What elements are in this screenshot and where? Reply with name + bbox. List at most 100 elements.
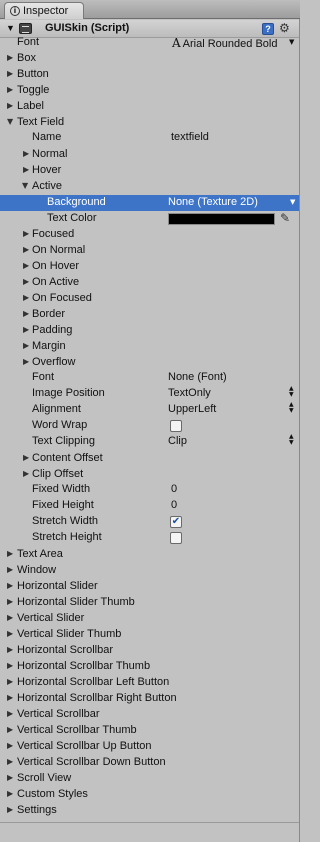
collapsed-arrow-icon[interactable]: ▶ [23,229,29,238]
normal-foldout[interactable]: ▶ Normal [0,147,300,163]
fixed-width-field[interactable]: Fixed Width 0 [0,482,300,498]
collapsed-arrow-icon[interactable]: ▶ [7,773,13,782]
style-foldout-button[interactable]: ▶ Button [0,67,300,83]
collapsed-arrow-icon[interactable]: ▶ [7,645,13,654]
focused-foldout[interactable]: ▶ Focused [0,227,300,243]
on-normal-foldout[interactable]: ▶ On Normal [0,243,300,259]
style-foldout-horizontal-slider-thumb[interactable]: ▶ Horizontal Slider Thumb [0,595,300,611]
collapsed-arrow-icon[interactable]: ▶ [23,309,29,318]
on-hover-foldout[interactable]: ▶ On Hover [0,259,300,275]
gear-icon[interactable]: ⚙ [279,21,290,35]
background-field[interactable]: Background None (Texture 2D) ▼ [0,195,300,211]
stretch-height-checkbox[interactable] [170,532,182,544]
collapsed-arrow-icon[interactable]: ▶ [7,693,13,702]
word-wrap-field[interactable]: Word Wrap [0,418,300,434]
clip-offset-foldout[interactable]: ▶ Clip Offset [0,467,300,483]
collapse-arrow-icon[interactable]: ▼ [6,23,15,33]
style-foldout-vertical-scrollbar[interactable]: ▶ Vertical Scrollbar [0,707,300,723]
style-foldout-vertical-scrollbar-up-button[interactable]: ▶ Vertical Scrollbar Up Button [0,739,300,755]
collapsed-arrow-icon[interactable]: ▶ [7,709,13,718]
collapsed-arrow-icon[interactable]: ▶ [23,149,29,158]
active-foldout[interactable]: ▼ Active [0,179,300,195]
font-value[interactable]: A Arial Rounded Bold [172,36,277,50]
collapsed-arrow-icon[interactable]: ▶ [7,629,13,638]
collapsed-arrow-icon[interactable]: ▶ [23,357,29,366]
collapsed-arrow-icon[interactable]: ▶ [7,101,13,110]
image-position-value[interactable]: TextOnly [168,387,211,399]
text-clipping-value[interactable]: Clip [168,435,187,447]
help-icon[interactable]: ? [262,23,274,35]
style-foldout-box[interactable]: ▶ Box [0,51,300,67]
stretch-height-field[interactable]: Stretch Height [0,530,300,546]
collapsed-arrow-icon[interactable]: ▶ [7,677,13,686]
collapsed-arrow-icon[interactable]: ▶ [7,565,13,574]
fixed-width-value[interactable]: 0 [171,483,177,495]
style-font-field[interactable]: Font None (Font) [0,370,300,386]
on-active-foldout[interactable]: ▶ On Active [0,275,300,291]
collapsed-arrow-icon[interactable]: ▶ [23,325,29,334]
style-foldout-vertical-slider-thumb[interactable]: ▶ Vertical Slider Thumb [0,627,300,643]
style-foldout-horizontal-scrollbar-thumb[interactable]: ▶ Horizontal Scrollbar Thumb [0,659,300,675]
style-foldout-horizontal-scrollbar[interactable]: ▶ Horizontal Scrollbar [0,643,300,659]
on-focused-foldout[interactable]: ▶ On Focused [0,291,300,307]
collapsed-arrow-icon[interactable]: ▶ [23,453,29,462]
style-foldout-vertical-scrollbar-down-button[interactable]: ▶ Vertical Scrollbar Down Button [0,755,300,771]
collapsed-arrow-icon[interactable]: ▶ [23,293,29,302]
style-foldout-label[interactable]: ▶ Label [0,99,300,115]
expanded-arrow-icon[interactable]: ▼ [22,181,28,190]
style-foldout-horizontal-scrollbar-left-button[interactable]: ▶ Horizontal Scrollbar Left Button [0,675,300,691]
style-foldout-horizontal-slider[interactable]: ▶ Horizontal Slider [0,579,300,595]
alignment-field[interactable]: Alignment UpperLeft ▲ ▼ [0,402,300,418]
fixed-height-field[interactable]: Fixed Height 0 [0,498,300,514]
style-foldout-scroll-view[interactable]: ▶ Scroll View [0,771,300,787]
style-foldout-window[interactable]: ▶ Window [0,563,300,579]
collapsed-arrow-icon[interactable]: ▶ [7,725,13,734]
padding-foldout[interactable]: ▶ Padding [0,323,300,339]
collapsed-arrow-icon[interactable]: ▶ [23,245,29,254]
collapsed-arrow-icon[interactable]: ▶ [23,469,29,478]
name-field[interactable]: Name textfield [0,130,300,146]
style-font-value[interactable]: None (Font) [168,371,227,383]
collapsed-arrow-icon[interactable]: ▶ [7,597,13,606]
collapsed-arrow-icon[interactable]: ▶ [7,789,13,798]
style-foldout-settings[interactable]: ▶ Settings [0,803,300,819]
background-value[interactable]: None (Texture 2D) [168,196,258,208]
stretch-width-field[interactable]: Stretch Width ✔ [0,514,300,530]
collapsed-arrow-icon[interactable]: ▶ [23,277,29,286]
style-foldout-text-area[interactable]: ▶ Text Area [0,547,300,563]
style-foldout-toggle[interactable]: ▶ Toggle [0,83,300,99]
text-color-field[interactable]: Text Color ✎ [0,211,300,227]
style-foldout-horizontal-scrollbar-right-button[interactable]: ▶ Horizontal Scrollbar Right Button [0,691,300,707]
style-foldout-custom-styles[interactable]: ▶ Custom Styles [0,787,300,803]
color-swatch[interactable] [168,213,275,225]
word-wrap-checkbox[interactable] [170,420,182,432]
overflow-foldout[interactable]: ▶ Overflow [0,355,300,371]
collapsed-arrow-icon[interactable]: ▶ [7,69,13,78]
content-offset-foldout[interactable]: ▶ Content Offset [0,451,300,467]
margin-foldout[interactable]: ▶ Margin [0,339,300,355]
collapsed-arrow-icon[interactable]: ▶ [7,661,13,670]
text-field-foldout[interactable]: ▼ Text Field [0,115,300,131]
collapsed-arrow-icon[interactable]: ▶ [7,741,13,750]
collapsed-arrow-icon[interactable]: ▶ [7,549,13,558]
collapsed-arrow-icon[interactable]: ▶ [7,85,13,94]
font-field[interactable]: Font A Arial Rounded Bold ▼ [0,35,300,51]
collapsed-arrow-icon[interactable]: ▶ [7,757,13,766]
style-foldout-vertical-slider[interactable]: ▶ Vertical Slider [0,611,300,627]
hover-foldout[interactable]: ▶ Hover [0,163,300,179]
eyedropper-icon[interactable]: ✎ [280,211,290,225]
tab-inspector[interactable]: i Inspector [4,2,84,19]
collapsed-arrow-icon[interactable]: ▶ [23,341,29,350]
image-position-field[interactable]: Image Position TextOnly ▲ ▼ [0,386,300,402]
border-foldout[interactable]: ▶ Border [0,307,300,323]
text-clipping-field[interactable]: Text Clipping Clip ▲ ▼ [0,434,300,450]
style-foldout-vertical-scrollbar-thumb[interactable]: ▶ Vertical Scrollbar Thumb [0,723,300,739]
collapsed-arrow-icon[interactable]: ▶ [7,53,13,62]
collapsed-arrow-icon[interactable]: ▶ [7,613,13,622]
fixed-height-value[interactable]: 0 [171,499,177,511]
collapsed-arrow-icon[interactable]: ▶ [23,165,29,174]
name-value[interactable]: textfield [171,131,209,143]
stretch-width-checkbox[interactable]: ✔ [170,516,182,528]
collapsed-arrow-icon[interactable]: ▶ [23,261,29,270]
expanded-arrow-icon[interactable]: ▼ [7,117,13,126]
